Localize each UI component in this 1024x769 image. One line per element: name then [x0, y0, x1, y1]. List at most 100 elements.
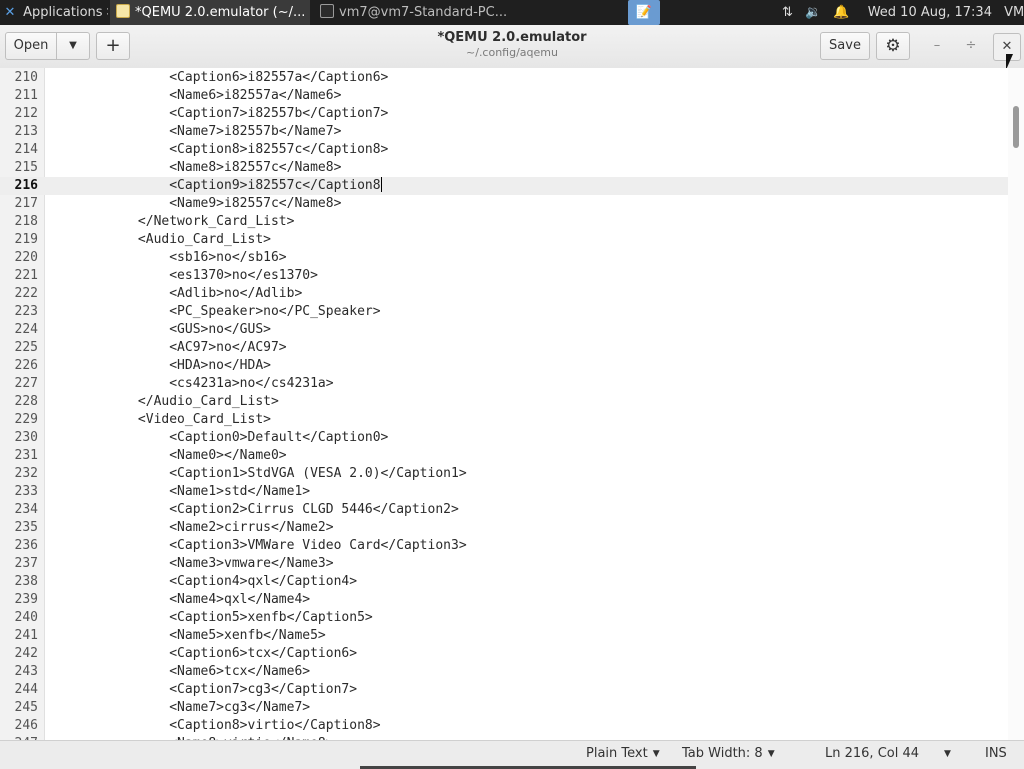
clock[interactable]: Wed 10 Aug, 17:34 [868, 5, 992, 20]
line-text[interactable]: <Name1>std</Name1> [44, 483, 310, 501]
code-line[interactable]: 218 </Network_Card_List> [0, 213, 1008, 231]
line-text[interactable]: <es1370>no</es1370> [44, 267, 318, 285]
line-text[interactable]: <Name6>tcx</Name6> [44, 663, 310, 681]
network-icon[interactable]: ⇅ [782, 5, 793, 20]
code-line[interactable]: 232 <Caption1>StdVGA (VESA 2.0)</Caption… [0, 465, 1008, 483]
code-lines[interactable]: 210 <Caption6>i82557a</Caption6> 211 <Nam… [0, 68, 1008, 740]
code-line[interactable]: 214 <Caption8>i82557c</Caption8> [0, 141, 1008, 159]
code-line[interactable]: 239 <Name4>qxl</Name4> [0, 591, 1008, 609]
line-number: 228 [14, 394, 38, 409]
code-line[interactable]: 243 <Name6>tcx</Name6> [0, 663, 1008, 681]
line-text[interactable]: <Name4>qxl</Name4> [44, 591, 310, 609]
code-line[interactable]: 231 <Name0></Name0> [0, 447, 1008, 465]
line-text[interactable]: <sb16>no</sb16> [44, 249, 286, 267]
code-line[interactable]: 228 </Audio_Card_List> [0, 393, 1008, 411]
line-text[interactable]: </Audio_Card_List> [44, 393, 279, 411]
applications-menu[interactable]: ✕ Applications ∷ [0, 0, 108, 25]
code-line[interactable]: 224 <GUS>no</GUS> [0, 321, 1008, 339]
taskbar-item-editor[interactable]: *QEMU 2.0.emulator (~/... [110, 0, 310, 25]
line-text[interactable]: <Video_Card_List> [44, 411, 271, 429]
line-text[interactable]: <cs4231a>no</cs4231a> [44, 375, 333, 393]
code-line[interactable]: 226 <HDA>no</HDA> [0, 357, 1008, 375]
minimize-icon[interactable]: – [926, 35, 948, 57]
line-text[interactable]: <Name7>cg3</Name7> [44, 699, 310, 717]
vertical-scrollbar[interactable] [1008, 68, 1024, 740]
code-line[interactable]: 238 <Caption4>qxl</Caption4> [0, 573, 1008, 591]
line-text[interactable]: <Caption4>qxl</Caption4> [44, 573, 357, 591]
line-text[interactable]: <AC97>no</AC97> [44, 339, 286, 357]
line-text[interactable]: <Caption9>i82557c</Caption8 [44, 177, 382, 195]
line-number: 211 [14, 88, 38, 103]
line-text[interactable]: <Name7>i82557b</Name7> [44, 123, 341, 141]
maximize-icon[interactable]: ÷ [960, 35, 982, 57]
position-menu-chevron-down-icon[interactable]: ▼ [944, 741, 951, 769]
line-text[interactable]: <Caption1>StdVGA (VESA 2.0)</Caption1> [44, 465, 466, 483]
code-line[interactable]: 225 <AC97>no</AC97> [0, 339, 1008, 357]
line-text[interactable]: <Caption3>VMWare Video Card</Caption3> [44, 537, 466, 555]
code-line[interactable]: 242 <Caption6>tcx</Caption6> [0, 645, 1008, 663]
code-line[interactable]: 222 <Adlib>no</Adlib> [0, 285, 1008, 303]
line-text[interactable]: <Caption2>Cirrus CLGD 5446</Caption2> [44, 501, 459, 519]
user-menu[interactable]: VM7 [1004, 5, 1024, 20]
code-line[interactable]: 229 <Video_Card_List> [0, 411, 1008, 429]
line-text[interactable]: </Network_Card_List> [44, 213, 295, 231]
scrollbar-thumb[interactable] [1013, 106, 1019, 148]
line-text[interactable]: <Name9>i82557c</Name8> [44, 195, 341, 213]
line-text[interactable]: <Caption6>i82557a</Caption6> [44, 69, 388, 87]
code-line[interactable]: 236 <Caption3>VMWare Video Card</Caption… [0, 537, 1008, 555]
line-text[interactable]: <Caption7>i82557b</Caption7> [44, 105, 388, 123]
open-button[interactable]: Open [5, 32, 57, 60]
line-text[interactable]: <Caption0>Default</Caption0> [44, 429, 388, 447]
volume-icon[interactable]: 🔉 [805, 5, 821, 20]
code-line[interactable]: 245 <Name7>cg3</Name7> [0, 699, 1008, 717]
line-text[interactable]: <Name0></Name0> [44, 447, 286, 465]
gear-icon[interactable]: ⚙ [876, 32, 910, 60]
line-text[interactable]: <Adlib>no</Adlib> [44, 285, 302, 303]
code-line[interactable]: 234 <Caption2>Cirrus CLGD 5446</Caption2… [0, 501, 1008, 519]
code-line[interactable]: 210 <Caption6>i82557a</Caption6> [0, 69, 1008, 87]
line-text[interactable]: <Caption7>cg3</Caption7> [44, 681, 357, 699]
code-line[interactable]: 241 <Name5>xenfb</Name5> [0, 627, 1008, 645]
line-text[interactable]: <Caption6>tcx</Caption6> [44, 645, 357, 663]
code-line[interactable]: 217 <Name9>i82557c</Name8> [0, 195, 1008, 213]
line-text[interactable]: <Name5>xenfb</Name5> [44, 627, 326, 645]
code-line[interactable]: 230 <Caption0>Default</Caption0> [0, 429, 1008, 447]
line-text[interactable]: <Name2>cirrus</Name2> [44, 519, 333, 537]
code-line[interactable]: 211 <Name6>i82557a</Name6> [0, 87, 1008, 105]
notification-bell-icon[interactable]: 🔔 [833, 5, 849, 20]
code-line[interactable]: 233 <Name1>std</Name1> [0, 483, 1008, 501]
code-line[interactable]: 235 <Name2>cirrus</Name2> [0, 519, 1008, 537]
code-line[interactable]: 237 <Name3>vmware</Name3> [0, 555, 1008, 573]
text-editor-area[interactable]: 210 <Caption6>i82557a</Caption6> 211 <Nam… [0, 68, 1024, 740]
syntax-mode-dropdown[interactable]: Plain Text ▼ [586, 741, 660, 769]
line-text[interactable]: <PC_Speaker>no</PC_Speaker> [44, 303, 380, 321]
code-line[interactable]: 212 <Caption7>i82557b</Caption7> [0, 105, 1008, 123]
code-line[interactable]: 221 <es1370>no</es1370> [0, 267, 1008, 285]
line-text[interactable]: <Name6>i82557a</Name6> [44, 87, 341, 105]
editor-launcher-button[interactable]: 📝 [628, 0, 660, 25]
save-button[interactable]: Save [820, 32, 870, 60]
tab-width-dropdown[interactable]: Tab Width: 8 ▼ [682, 741, 775, 769]
code-line[interactable]: 215 <Name8>i82557c</Name8> [0, 159, 1008, 177]
line-text[interactable]: <Audio_Card_List> [44, 231, 271, 249]
code-line[interactable]: 216 <Caption9>i82557c</Caption8 [0, 177, 1008, 195]
taskbar-item-terminal[interactable]: vm7@vm7-Standard-PC... [314, 0, 514, 25]
line-text[interactable]: <HDA>no</HDA> [44, 357, 271, 375]
code-line[interactable]: 219 <Audio_Card_List> [0, 231, 1008, 249]
line-text[interactable]: <Name3>vmware</Name3> [44, 555, 333, 573]
open-menu-chevron-down-icon[interactable]: ▼ [56, 32, 90, 60]
code-line[interactable]: 246 <Caption8>virtio</Caption8> [0, 717, 1008, 735]
line-text[interactable]: <Caption8>virtio</Caption8> [44, 717, 380, 735]
line-text[interactable]: <Name8>i82557c</Name8> [44, 159, 341, 177]
code-line[interactable]: 213 <Name7>i82557b</Name7> [0, 123, 1008, 141]
code-line[interactable]: 223 <PC_Speaker>no</PC_Speaker> [0, 303, 1008, 321]
new-document-plus-icon[interactable]: + [96, 32, 130, 60]
line-text[interactable]: <GUS>no</GUS> [44, 321, 271, 339]
code-line[interactable]: 244 <Caption7>cg3</Caption7> [0, 681, 1008, 699]
code-line[interactable]: 227 <cs4231a>no</cs4231a> [0, 375, 1008, 393]
code-line[interactable]: 220 <sb16>no</sb16> [0, 249, 1008, 267]
code-line[interactable]: 240 <Caption5>xenfb</Caption5> [0, 609, 1008, 627]
line-text[interactable]: <Caption8>i82557c</Caption8> [44, 141, 388, 159]
line-text[interactable]: <Caption5>xenfb</Caption5> [44, 609, 373, 627]
line-number: 224 [14, 322, 38, 337]
